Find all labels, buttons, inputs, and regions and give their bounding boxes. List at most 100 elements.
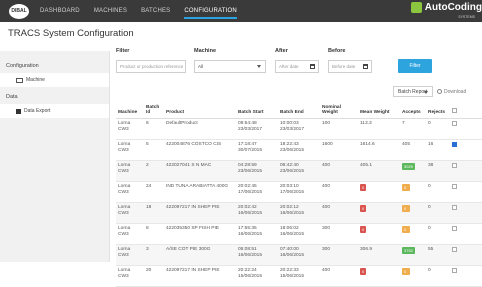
filter-input[interactable]: Product or production reference xyxy=(116,60,186,73)
cell-machine: Lorna CW3 xyxy=(116,181,144,203)
product-value: 422035350 SP FISH PIE xyxy=(166,225,219,231)
machine-value: Lorna CW3 xyxy=(118,162,131,174)
product-value: A/SE COT PIE 300G xyxy=(166,246,211,252)
cell-product: 422027041 S N MAC xyxy=(164,160,236,182)
mean-value: 0 xyxy=(360,267,367,275)
nav-dashboard[interactable]: DASHBOARD xyxy=(40,8,80,14)
machine-value: Lorna CW3 xyxy=(118,225,131,237)
nav-configuration[interactable]: CONFIGURATION xyxy=(184,3,237,19)
start-value: 05:08:51 16/06/2015 xyxy=(238,246,263,258)
end-value: 07:40:00 16/06/2015 xyxy=(280,246,305,258)
sidebar-item-machine[interactable]: Machine xyxy=(0,73,109,87)
mean-value: 113.3 xyxy=(360,120,372,126)
row-checkbox[interactable] xyxy=(452,225,457,231)
cell-end: 18:22:43 23/06/2015 xyxy=(278,139,320,161)
col-batch-id[interactable]: Batch Id xyxy=(144,98,164,119)
nav-machines[interactable]: MACHINES xyxy=(94,8,127,14)
sidebar: Configuration Machine Data Data Export xyxy=(0,51,110,262)
col-mean-weight[interactable]: Mean Weight xyxy=(358,98,400,119)
nominal-value: 1600 xyxy=(322,141,333,147)
cell-mean: 1614.6 xyxy=(358,139,400,161)
row-checkbox[interactable] xyxy=(452,162,457,168)
cell-machine: Lorna CW3 xyxy=(116,265,144,287)
rejects-value: 0 xyxy=(428,267,431,273)
cell-accepts: 0 xyxy=(400,202,426,224)
row-checkbox[interactable] xyxy=(452,246,457,252)
cell-start: 20:02:45 17/06/2015 xyxy=(236,181,278,203)
cell-machine: Lorna CW3 xyxy=(116,118,144,140)
calendar-icon[interactable] xyxy=(363,64,368,69)
table-row[interactable]: Lorna CW3 24 IND TUNA ARABIATTA 400G 20:02:… xyxy=(116,181,482,203)
brand-logo: AutoCoding xyxy=(410,2,482,13)
accepts-value: 0 xyxy=(402,183,410,191)
cell-batch-id: 5 xyxy=(144,139,164,161)
dibal-logo[interactable]: DIBAL xyxy=(9,3,29,19)
filter-placeholder: Product or production reference xyxy=(120,64,184,69)
cell-product: 422097217 IN SHEP PIE xyxy=(164,202,236,224)
cell-end: 18:06:02 16/06/2015 xyxy=(278,223,320,245)
before-date-field[interactable]: Before date xyxy=(328,60,372,73)
table-row[interactable]: Lorna CW3 6 DefaultProduct 09:54:48 23/03/2… xyxy=(116,118,482,140)
end-value: 18:22:43 23/06/2015 xyxy=(280,141,305,153)
filter-button[interactable]: Filter xyxy=(398,59,432,73)
rejects-value: 0 xyxy=(428,204,431,210)
nav-batches[interactable]: BATCHES xyxy=(141,8,170,14)
row-checkbox[interactable] xyxy=(452,120,457,126)
rejects-value: 0 xyxy=(428,183,431,189)
calendar-icon[interactable] xyxy=(310,64,315,69)
cell-mean: 113.3 xyxy=(358,118,400,140)
batch-report-dropdown[interactable]: Batch Report xyxy=(393,86,433,97)
download-button[interactable]: Download xyxy=(437,86,480,97)
cell-nominal: 400 xyxy=(320,265,358,287)
cell-mean: 0 xyxy=(358,202,400,224)
machine-value: Lorna CW3 xyxy=(118,120,131,132)
start-value: 20:22:24 15/06/2015 xyxy=(238,267,263,279)
col-batch-end[interactable]: Batch End xyxy=(278,98,320,119)
machine-value: Lorna CW3 xyxy=(118,267,131,279)
batch-report-label: Batch Report xyxy=(398,88,428,95)
after-label: After xyxy=(275,48,288,54)
cell-select xyxy=(450,139,482,161)
row-checkbox[interactable] xyxy=(452,204,457,210)
col-rejects[interactable]: Rejects xyxy=(426,98,450,119)
cell-machine: Lorna CW3 xyxy=(116,160,144,182)
chevron-down-icon xyxy=(257,65,261,68)
row-checkbox[interactable] xyxy=(452,183,457,189)
table-row[interactable]: Lorna CW3 8 422035350 SP FISH PIE 17:55:35 … xyxy=(116,223,482,245)
after-date-field[interactable]: After date xyxy=(275,60,319,73)
table-header-row: Machine Batch Id Product Batch Start Bat… xyxy=(116,98,482,119)
col-machine[interactable]: Machine xyxy=(116,98,144,119)
col-accepts[interactable]: Accepts xyxy=(400,98,426,119)
cell-start: 17:18:47 30/07/2015 xyxy=(236,139,278,161)
cell-machine: Lorna CW3 xyxy=(116,223,144,245)
start-value: 17:18:47 30/07/2015 xyxy=(238,141,263,153)
cell-nominal: 300 xyxy=(320,223,358,245)
sidebar-section-configuration: Configuration xyxy=(6,63,39,69)
mean-value: 1614.6 xyxy=(360,141,375,147)
table-row[interactable]: Lorna CW3 20 422097217 IN SHEP PIE 20:22:24… xyxy=(116,265,482,287)
row-checkbox[interactable] xyxy=(452,267,457,273)
batch-id-value: 18 xyxy=(146,204,152,210)
table-row[interactable]: Lorna CW3 2 422027041 S N MAC 04:28:59 23/0… xyxy=(116,160,482,182)
mean-value: 0 xyxy=(360,225,367,233)
nominal-value: 300 xyxy=(322,246,331,252)
select-all-checkbox[interactable] xyxy=(452,107,457,113)
start-value: 20:02:42 16/06/2015 xyxy=(238,204,263,216)
cell-machine: Lorna CW3 xyxy=(116,139,144,161)
col-product[interactable]: Product xyxy=(164,98,236,119)
machine-value: All xyxy=(198,64,204,69)
cell-accepts: 405 xyxy=(400,139,426,161)
cell-batch-id: 20 xyxy=(144,265,164,287)
sidebar-item-data-export[interactable]: Data Export xyxy=(0,104,109,118)
cell-select xyxy=(450,223,482,245)
accepts-value: 7 xyxy=(402,120,405,126)
col-nominal-weight[interactable]: Nominal Weight xyxy=(320,98,358,119)
machine-value: Lorna CW3 xyxy=(118,204,131,216)
machine-value: Lorna CW3 xyxy=(118,183,131,195)
table-row[interactable]: Lorna CW3 18 422097217 IN SHEP PIE 20:02:42… xyxy=(116,202,482,224)
brand-name: AutoCoding xyxy=(424,2,482,13)
table-row[interactable]: Lorna CW3 5 422004876 COSTCO CIS 17:18:47 3… xyxy=(116,139,482,161)
row-checkbox[interactable] xyxy=(452,141,457,147)
machine-select[interactable]: All xyxy=(194,60,266,73)
col-batch-start[interactable]: Batch Start xyxy=(236,98,278,119)
